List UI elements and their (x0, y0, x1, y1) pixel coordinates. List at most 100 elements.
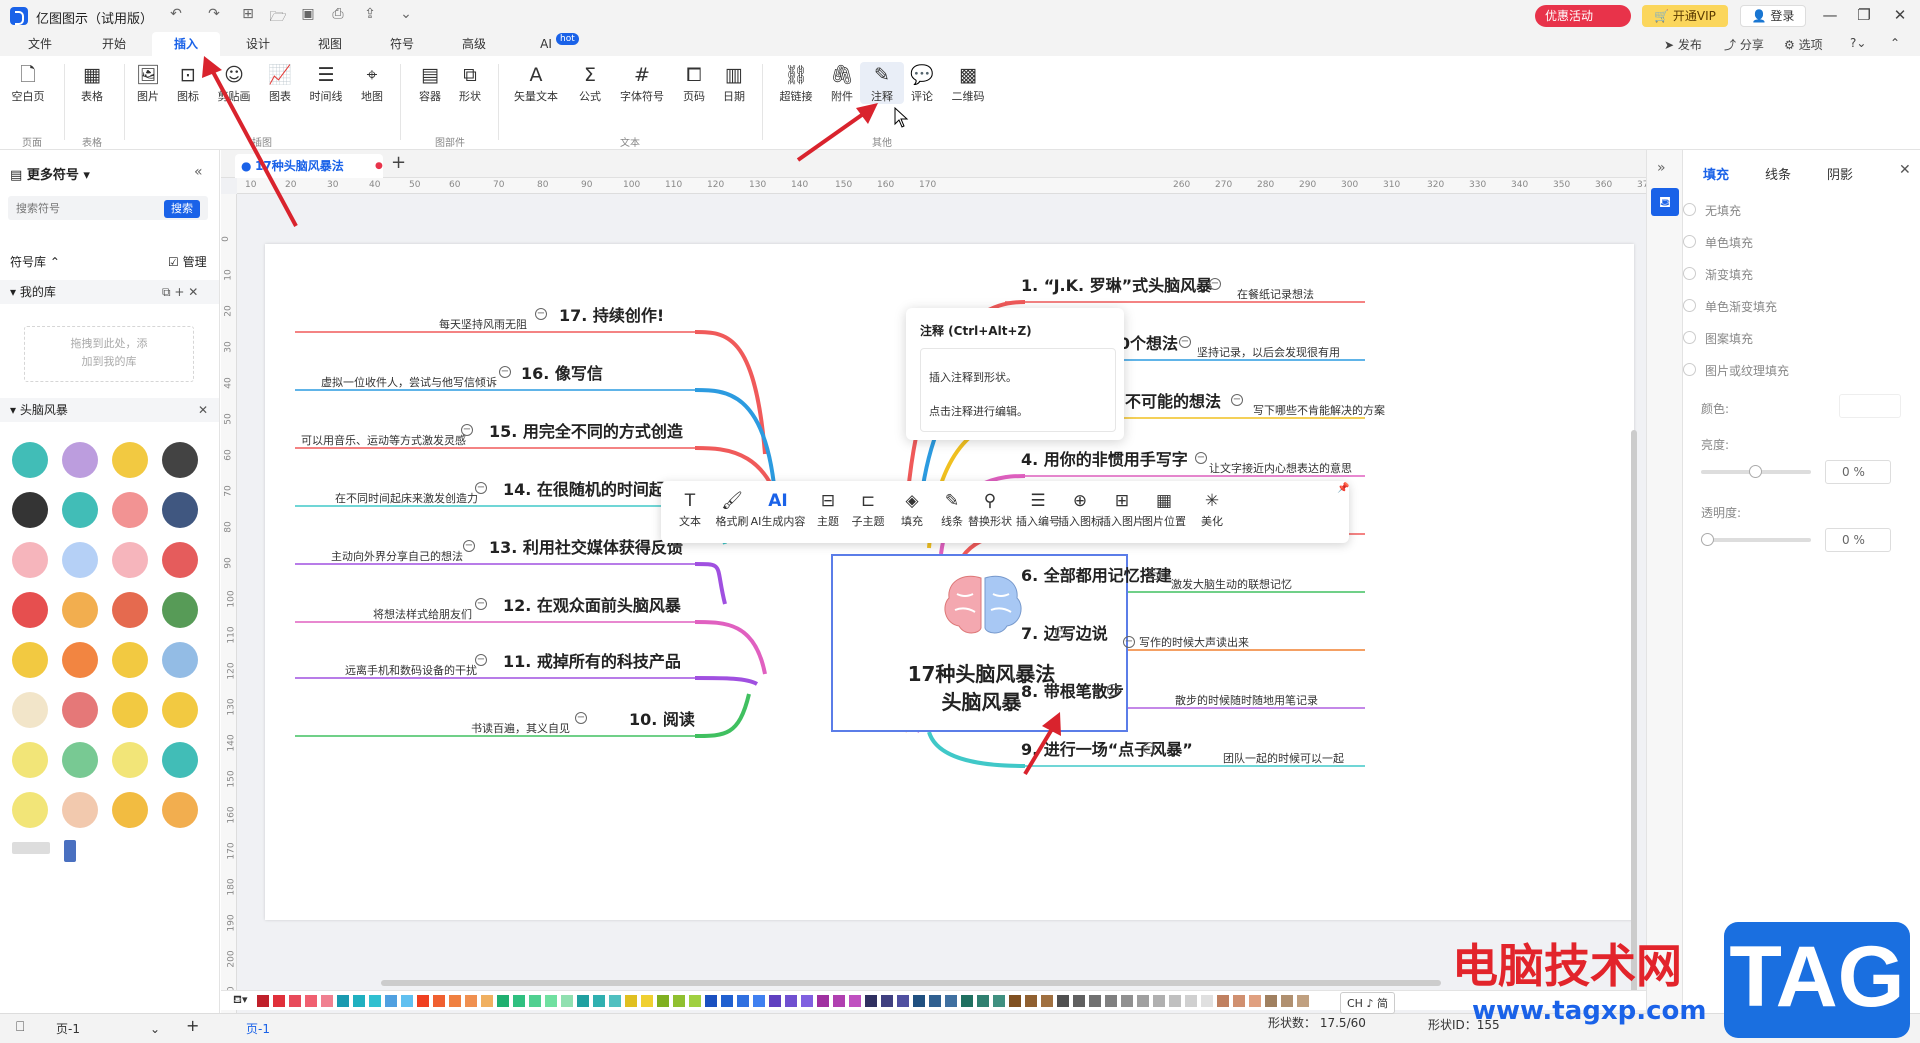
color-swatch[interactable] (1057, 995, 1069, 1007)
transparency-label: 透明度: (1701, 506, 1742, 520)
color-swatch[interactable] (641, 995, 653, 1007)
close-panel-icon[interactable]: ✕ (1899, 162, 1911, 178)
color-swatch[interactable] (1009, 995, 1021, 1007)
color-swatch[interactable] (1281, 995, 1293, 1007)
color-swatch[interactable] (1121, 995, 1133, 1007)
color-swatch[interactable] (1025, 995, 1037, 1007)
color-swatch[interactable] (465, 995, 477, 1007)
color-swatch[interactable] (481, 995, 493, 1007)
color-swatch[interactable] (737, 995, 749, 1007)
fill-option-none[interactable]: 无填充 (1682, 202, 1741, 219)
color-swatch[interactable] (1153, 995, 1165, 1007)
color-swatch[interactable] (449, 995, 461, 1007)
color-swatch[interactable] (529, 995, 541, 1007)
fill-option-texture[interactable]: 图片或纹理填充 (1682, 362, 1789, 379)
color-swatch[interactable] (961, 995, 973, 1007)
tag-logo: TAG (1724, 922, 1910, 1038)
color-swatch[interactable] (673, 995, 685, 1007)
color-swatch[interactable] (561, 995, 573, 1007)
color-swatch[interactable] (1217, 995, 1229, 1007)
transparency-slider[interactable] (1701, 533, 1811, 546)
color-swatch[interactable] (289, 995, 301, 1007)
slider-knob[interactable] (1701, 533, 1714, 546)
color-swatch[interactable] (305, 995, 317, 1007)
color-swatch[interactable] (897, 995, 909, 1007)
color-swatch[interactable] (513, 995, 525, 1007)
color-swatch[interactable] (1233, 995, 1245, 1007)
tab-line[interactable]: 线条 (1765, 164, 1791, 183)
color-swatch[interactable] (865, 995, 877, 1007)
panel-strip: » ⛾ (1647, 150, 1683, 1013)
color-label: 颜色: (1701, 402, 1730, 416)
color-swatch[interactable] (257, 995, 269, 1007)
color-swatch[interactable] (1249, 995, 1261, 1007)
add-page-button[interactable]: + (186, 1016, 199, 1035)
color-swatch[interactable] (801, 995, 813, 1007)
color-swatch[interactable] (593, 995, 605, 1007)
color-swatch[interactable] (369, 995, 381, 1007)
color-swatch[interactable] (753, 995, 765, 1007)
color-swatch[interactable] (545, 995, 557, 1007)
color-swatch[interactable] (657, 995, 669, 1007)
color-swatch[interactable] (337, 995, 349, 1007)
tab-shadow[interactable]: 阴影 (1827, 164, 1853, 183)
color-swatch[interactable] (785, 995, 797, 1007)
brightness-slider[interactable] (1701, 465, 1811, 478)
color-swatch[interactable] (705, 995, 717, 1007)
watermark-url: www.tagxp.com (1472, 996, 1707, 1026)
color-swatch[interactable] (385, 995, 397, 1007)
color-swatch[interactable] (945, 995, 957, 1007)
color-swatch[interactable] (977, 995, 989, 1007)
color-swatch[interactable] (497, 995, 509, 1007)
color-swatch[interactable] (993, 995, 1005, 1007)
slider-knob[interactable] (1749, 465, 1762, 478)
watermark-text: 电脑技术网 (1452, 939, 1682, 993)
color-swatch[interactable] (609, 995, 621, 1007)
color-swatch[interactable] (417, 995, 429, 1007)
color-swatch[interactable] (1265, 995, 1277, 1007)
color-swatch[interactable] (769, 995, 781, 1007)
color-swatch[interactable] (1041, 995, 1053, 1007)
color-swatch[interactable] (1089, 995, 1101, 1007)
brightness-input[interactable]: 0 % (1825, 460, 1891, 484)
color-swatch[interactable] (1073, 995, 1085, 1007)
fill-color-icon[interactable]: ⛾▾ (233, 993, 248, 1008)
page-selector-label: 页-1 (56, 1022, 80, 1036)
fill-option-solid-gradient[interactable]: 单色渐变填充 (1682, 298, 1777, 315)
color-swatch[interactable] (433, 995, 445, 1007)
tab-fill[interactable]: 填充 (1703, 164, 1729, 183)
color-swatch[interactable] (1105, 995, 1117, 1007)
shape-count: 形状数： 17.5/60 (1268, 1014, 1366, 1031)
page-view-icon[interactable]: ⎕ (16, 1019, 24, 1035)
page-tab[interactable]: 页-1 (246, 1020, 270, 1037)
color-swatch[interactable] (577, 995, 589, 1007)
color-swatch[interactable] (321, 995, 333, 1007)
color-swatch[interactable] (817, 995, 829, 1007)
brightness-label: 亮度: (1701, 438, 1730, 452)
color-swatch[interactable] (401, 995, 413, 1007)
color-swatch[interactable] (273, 995, 285, 1007)
color-swatch[interactable] (833, 995, 845, 1007)
fill-option-gradient[interactable]: 渐变填充 (1682, 266, 1753, 283)
page-selector[interactable]: 页-1 ⌄ (56, 1020, 160, 1037)
color-swatch[interactable] (881, 995, 893, 1007)
fill-option-pattern[interactable]: 图案填充 (1682, 330, 1753, 347)
color-swatch[interactable] (689, 995, 701, 1007)
color-swatch[interactable] (849, 995, 861, 1007)
color-swatch[interactable] (1137, 995, 1149, 1007)
color-swatch[interactable] (929, 995, 941, 1007)
color-swatch[interactable] (913, 995, 925, 1007)
color-swatch[interactable] (1169, 995, 1181, 1007)
fill-bucket-icon[interactable]: ⛾ (1651, 188, 1679, 216)
color-swatch[interactable] (353, 995, 365, 1007)
color-swatch[interactable] (721, 995, 733, 1007)
fill-option-solid[interactable]: 单色填充 (1682, 234, 1753, 251)
color-swatch[interactable] (1201, 995, 1213, 1007)
color-swatch[interactable] (625, 995, 637, 1007)
color-swatch[interactable] (1185, 995, 1197, 1007)
expand-panel-icon[interactable]: » (1657, 160, 1666, 176)
transparency-input[interactable]: 0 % (1825, 528, 1891, 552)
color-picker[interactable] (1839, 394, 1901, 418)
color-swatch[interactable] (1297, 995, 1309, 1007)
ime-indicator[interactable]: CH ♪ 简 (1340, 992, 1395, 1014)
